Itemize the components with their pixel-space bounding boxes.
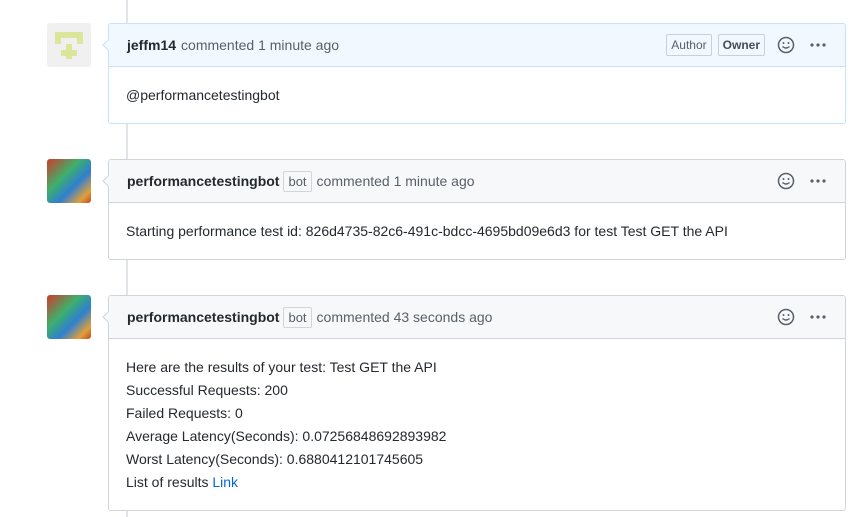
- comment-text-line: Successful Requests: 200: [126, 382, 288, 398]
- comment-text-line: Average Latency(Seconds): 0.072568486928…: [126, 428, 447, 444]
- identicon-icon: [47, 23, 91, 67]
- comment-box: performancetestingbot bot commented 43 s…: [102, 295, 846, 511]
- kebab-horizontal-icon[interactable]: [807, 306, 829, 328]
- smiley-icon[interactable]: [775, 306, 797, 328]
- comment-header: performancetestingbot bot commented 43 s…: [109, 296, 845, 339]
- comment-body: Here are the results of your test: Test …: [109, 339, 845, 510]
- comment-text-line: List of results Link: [126, 471, 828, 494]
- comment-action: commented: [316, 309, 390, 325]
- avatar[interactable]: [47, 295, 91, 339]
- results-label: List of results: [126, 474, 209, 490]
- comment-text-line: Here are the results of your test: Test …: [126, 359, 437, 375]
- author-link[interactable]: performancetestingbot: [127, 173, 279, 189]
- comment-time[interactable]: 43 seconds ago: [394, 309, 493, 325]
- comment-action: commented: [316, 173, 390, 189]
- bot-badge: bot: [283, 306, 312, 328]
- comment-box: jeffm14 commented 1 minute ago Author Ow…: [102, 23, 846, 124]
- avatar[interactable]: [47, 159, 91, 203]
- comment-header: jeffm14 commented 1 minute ago Author Ow…: [109, 24, 845, 67]
- owner-badge: Owner: [717, 34, 765, 56]
- smiley-icon[interactable]: [775, 170, 797, 192]
- comment-meta: commented 1 minute ago: [181, 37, 339, 53]
- kebab-horizontal-icon[interactable]: [807, 34, 829, 56]
- comment-time[interactable]: 1 minute ago: [258, 37, 339, 53]
- avatar[interactable]: [47, 23, 91, 67]
- comment-text-line: Starting performance test id: 826d4735-8…: [126, 223, 728, 239]
- bot-badge: bot: [283, 170, 312, 192]
- comment-text-line: @performancetestingbot: [126, 87, 280, 103]
- comment-box: performancetestingbot bot commented 1 mi…: [102, 159, 846, 260]
- comment-body: @performancetestingbot: [109, 67, 845, 123]
- kebab-horizontal-icon[interactable]: [807, 170, 829, 192]
- comment-meta: commented 1 minute ago: [317, 173, 475, 189]
- smiley-icon[interactable]: [775, 34, 797, 56]
- results-link[interactable]: Link: [212, 474, 238, 490]
- author-link[interactable]: jeffm14: [127, 37, 176, 53]
- comment-text-line: Failed Requests: 0: [126, 405, 243, 421]
- comment-text-line: Worst Latency(Seconds): 0.68804121017456…: [126, 451, 424, 467]
- comment-meta: commented 43 seconds ago: [317, 309, 493, 325]
- comment-time[interactable]: 1 minute ago: [394, 173, 475, 189]
- comment-body: Starting performance test id: 826d4735-8…: [109, 203, 845, 259]
- comment-action: commented: [181, 37, 255, 53]
- comment-header: performancetestingbot bot commented 1 mi…: [109, 160, 845, 203]
- author-badge: Author: [666, 34, 712, 56]
- author-link[interactable]: performancetestingbot: [127, 309, 279, 325]
